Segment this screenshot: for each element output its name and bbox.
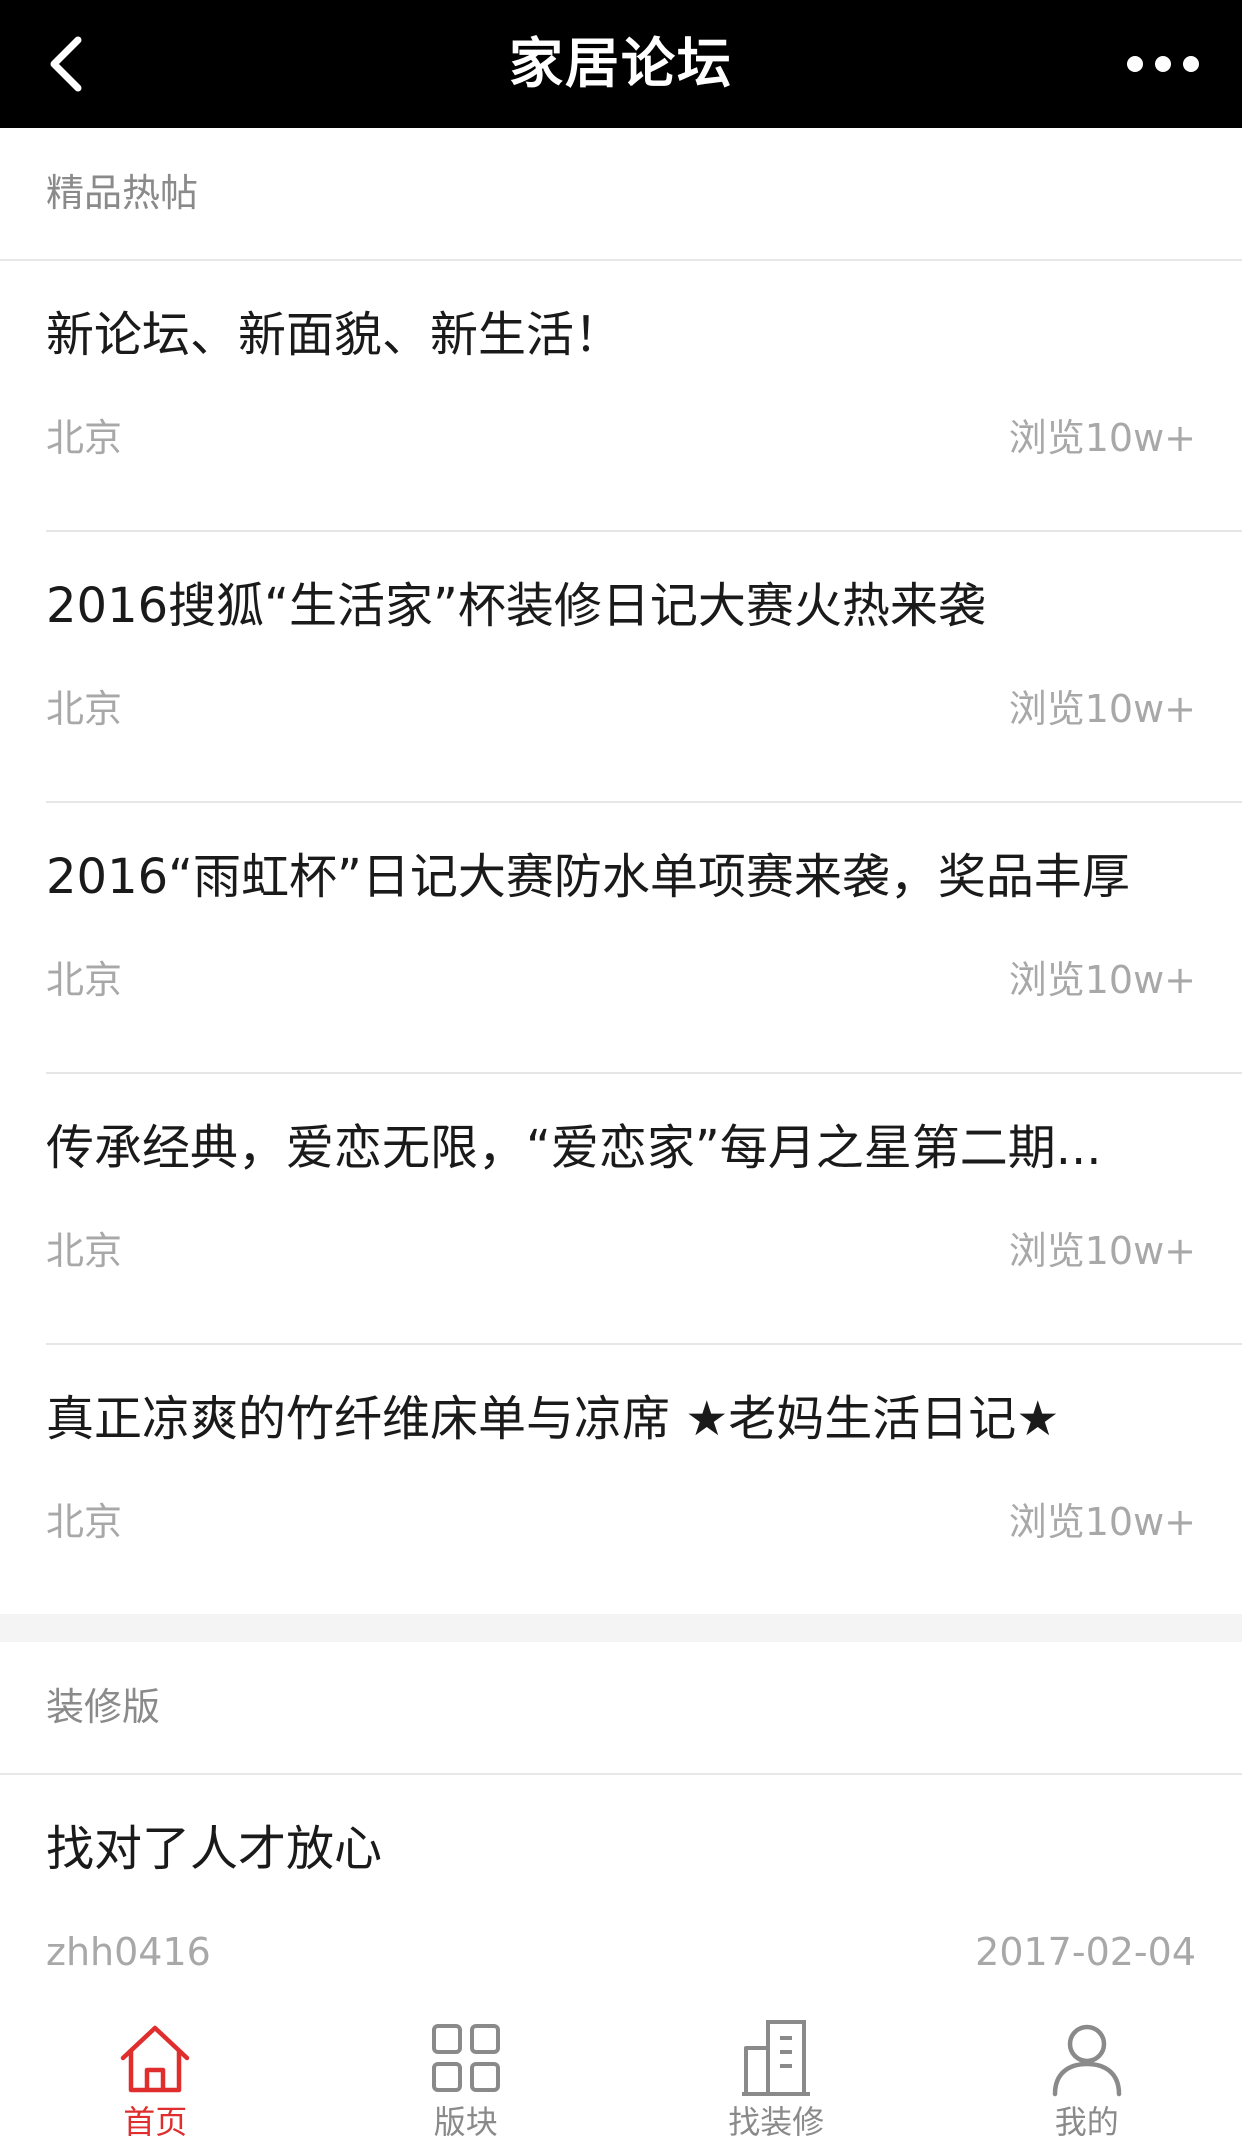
post-views: 浏览10w+	[1008, 687, 1196, 731]
tab-sections[interactable]: 版块	[311, 1978, 622, 2144]
grid-icon	[431, 2024, 500, 2092]
post-title: 传承经典，爱恋无限，“爱恋家”每月之星第二期...	[46, 1120, 1102, 1176]
content-scroll-area[interactable]: 精品热帖 新论坛、新面貌、新生活！ 北京 浏览10w+ 2016搜狐“生活家”杯…	[0, 128, 1242, 1978]
post-views: 浏览10w+	[1008, 416, 1196, 460]
tab-label: 版块	[433, 2103, 498, 2141]
tab-label: 找装修	[728, 2103, 825, 2141]
tab-label: 首页	[123, 2103, 188, 2141]
post-item[interactable]: 找对了人才放心 zhh0416 2017-02-04	[46, 1775, 1242, 1978]
post-title: 找对了人才放心	[46, 1821, 383, 1877]
post-location: 北京	[46, 416, 123, 460]
post-title: 新论坛、新面貌、新生活！	[46, 307, 623, 363]
post-item[interactable]: 2016“雨虹杯”日记大赛防水单项赛来袭，奖品丰厚 北京 浏览10w+	[46, 803, 1242, 1074]
page-title: 家居论坛	[509, 32, 733, 95]
building-icon	[742, 2020, 811, 2096]
more-dots-icon	[1127, 56, 1199, 72]
home-icon	[121, 2025, 190, 2093]
bottom-tab-bar: 首页 版块 找装修 我的	[0, 1978, 1242, 2144]
more-button[interactable]	[1118, 30, 1208, 98]
post-location: 北京	[46, 958, 123, 1002]
post-views: 浏览10w+	[1008, 1500, 1196, 1544]
post-author: zhh0416	[46, 1930, 211, 1974]
post-location: 北京	[46, 1500, 123, 1544]
post-item[interactable]: 2016搜狐“生活家”杯装修日记大赛火热来袭 北京 浏览10w+	[46, 532, 1242, 803]
user-icon	[1052, 2024, 1121, 2097]
tab-label: 我的	[1054, 2103, 1119, 2141]
post-item[interactable]: 传承经典，爱恋无限，“爱恋家”每月之星第二期... 北京 浏览10w+	[46, 1074, 1242, 1345]
post-item[interactable]: 真正凉爽的竹纤维床单与凉席 ★老妈生活日记★ 北京 浏览10w+	[46, 1345, 1242, 1614]
post-location: 北京	[46, 687, 123, 731]
post-location: 北京	[46, 1229, 123, 1273]
top-nav-bar: 家居论坛	[0, 0, 1242, 128]
post-item[interactable]: 新论坛、新面貌、新生活！ 北京 浏览10w+	[46, 261, 1242, 532]
post-views: 浏览10w+	[1008, 1229, 1196, 1273]
tab-mine[interactable]: 我的	[932, 1978, 1242, 2144]
post-title: 2016“雨虹杯”日记大赛防水单项赛来袭，奖品丰厚	[46, 849, 1130, 905]
section-header-featured: 精品热帖	[0, 128, 1242, 261]
post-views: 浏览10w+	[1008, 958, 1196, 1002]
tab-find-renovation[interactable]: 找装修	[621, 1978, 932, 2144]
post-title: 2016搜狐“生活家”杯装修日记大赛火热来袭	[46, 578, 986, 634]
section-gap	[0, 1614, 1242, 1642]
section-header-renovation: 装修版	[0, 1642, 1242, 1775]
post-title: 真正凉爽的竹纤维床单与凉席 ★老妈生活日记★	[46, 1391, 1060, 1447]
tab-home[interactable]: 首页	[0, 1978, 311, 2144]
post-date: 2017-02-04	[975, 1930, 1196, 1974]
